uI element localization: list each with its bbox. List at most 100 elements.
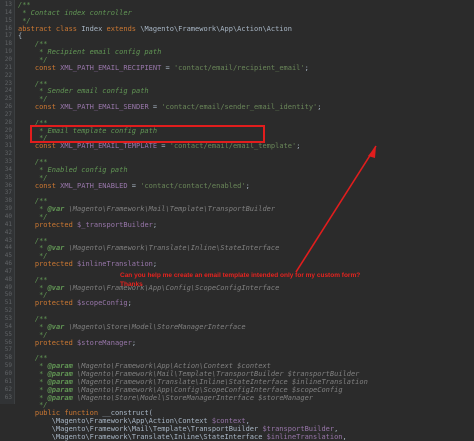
code-line: const XML_PATH_ENABLED = 'contact/contac… [18, 182, 250, 190]
code-line: { [18, 32, 22, 40]
line-number: 52 [4, 307, 12, 315]
code-token: = [127, 181, 141, 190]
line-number: 30 [4, 134, 12, 142]
code-line: * Sender email config path [18, 87, 149, 95]
code-line: protected $inlineTranslation; [18, 260, 157, 268]
code-token: /** [18, 158, 48, 166]
code-token: \Magento\Framework\Translate\Inline\Stat… [77, 377, 368, 386]
code-token: * [18, 393, 48, 402]
code-token: \Magento\Framework\App\Action\Context [18, 417, 212, 426]
code-token: , [245, 417, 250, 426]
line-number: 22 [4, 71, 12, 79]
code-token: protected [18, 338, 78, 347]
code-line: \Magento\Framework\App\Action\Context $c… [18, 417, 250, 425]
code-line: public function __construct( [18, 409, 153, 417]
code-token: */ [18, 212, 48, 221]
line-number: 13 [4, 1, 12, 8]
code-token: ; [304, 63, 309, 72]
line-number: 63 [4, 393, 12, 401]
code-editor[interactable]: 13 14 15 16 17 18 19 20 21 22 23 24 25 26 27 28 29 30 31 32… [0, 0, 474, 441]
line-number: 25 [4, 95, 12, 103]
code-token: $inlineTranslation [266, 432, 343, 441]
code-token: /** [18, 1, 31, 9]
code-token: \Magento\Framework\Translate\Inline\Stat… [68, 244, 280, 253]
line-number: 62 [4, 385, 12, 393]
code-token: /** [18, 79, 48, 88]
annotation-thanks: Thanks [120, 281, 143, 288]
code-token: /** [18, 40, 48, 49]
code-line: * Recipient email config path [18, 48, 161, 56]
code-token: \Magento\Framework\Mail\Template\Transpo… [77, 369, 360, 378]
line-number: 32 [4, 150, 12, 158]
code-token: $inlineTranslation [77, 260, 153, 269]
code-line: /** [18, 1, 31, 9]
line-number: 20 [4, 55, 12, 63]
code-token: @var [47, 205, 69, 214]
code-token: * Recipient email config path [18, 48, 162, 57]
code-line: * @var \Magento\Framework\Mail\Template\… [18, 205, 275, 213]
code-token: \Magento\Framework\App\Config\ScopeConfi… [77, 385, 343, 394]
code-token: */ [18, 401, 48, 410]
code-token: __construct( [102, 409, 153, 418]
code-token: abstract class [18, 24, 82, 33]
code-line: protected $scopeConfig; [18, 299, 132, 307]
line-number: 26 [4, 103, 12, 111]
code-line: */ [18, 330, 48, 339]
code-token: \Magento\Framework\App\Action\Action [140, 24, 292, 33]
code-token: ; [152, 220, 158, 229]
line-number: 49 [4, 283, 12, 291]
line-number: 39 [4, 205, 12, 213]
code-token: */ [18, 330, 48, 339]
code-token: 'contact/email/sender_email_identity' [161, 103, 318, 112]
code-token: */ [18, 16, 31, 25]
code-token: = [148, 103, 162, 112]
code-token: /** [18, 275, 48, 284]
code-line: * @param \Magento\Framework\Mail\Templat… [18, 370, 359, 378]
line-number: 57 [4, 346, 12, 354]
code-line: */ [18, 212, 48, 221]
code-token: , [334, 424, 339, 433]
code-token: \Magento\Framework\Mail\Template\Transpo… [18, 424, 263, 433]
line-number: 53 [4, 315, 12, 322]
line-number: 37 [4, 189, 12, 197]
code-token: @param [47, 369, 78, 378]
scrollbar[interactable] [469, 0, 474, 404]
code-token: * [18, 283, 48, 292]
code-token: * Sender email config path [18, 87, 149, 96]
line-number: 50 [4, 291, 12, 299]
line-number: 35 [4, 173, 12, 181]
line-number: 51 [4, 299, 12, 307]
code-line: \Magento\Framework\Mail\Template\Transpo… [18, 424, 339, 433]
code-area[interactable]: /** * Contact index controller */abstrac… [18, 0, 474, 441]
code-token: 'contact/email/email_template' [169, 142, 297, 151]
line-number: 41 [4, 220, 12, 228]
line-number: 61 [4, 377, 12, 385]
code-token: const [18, 103, 61, 112]
code-token: const [18, 63, 61, 72]
line-number: 45 [4, 252, 12, 260]
code-line: /** [18, 80, 48, 88]
line-number: 60 [4, 369, 12, 377]
line-number: 55 [4, 330, 12, 338]
line-number: 17 [4, 32, 12, 40]
line-number: 59 [4, 362, 12, 370]
code-token: const [18, 181, 61, 190]
code-token: XML_PATH_EMAIL_TEMPLATE [60, 142, 158, 151]
line-number-gutter: 13 14 15 16 17 18 19 20 21 22 23 24 25 26 27 28 29 30 31 32… [0, 0, 15, 404]
code-line: * @var \Magento\Framework\Translate\Inli… [18, 244, 279, 252]
line-number: 34 [4, 165, 12, 173]
code-token: */ [18, 55, 48, 64]
code-line: */ [18, 174, 47, 182]
code-line: const XML_PATH_EMAIL_TEMPLATE = 'contact… [18, 142, 301, 151]
code-token: const [18, 142, 61, 151]
code-token: public function [18, 409, 103, 418]
line-number: 38 [4, 197, 12, 205]
code-token: @param [47, 385, 78, 394]
code-token: $_transportBuilder [77, 220, 153, 229]
line-number: 58 [4, 354, 12, 362]
line-number: 46 [4, 260, 12, 268]
line-number: 40 [4, 212, 12, 220]
code-token: */ [18, 291, 48, 300]
line-number: 23 [4, 79, 12, 87]
code-token: $context [211, 417, 246, 426]
